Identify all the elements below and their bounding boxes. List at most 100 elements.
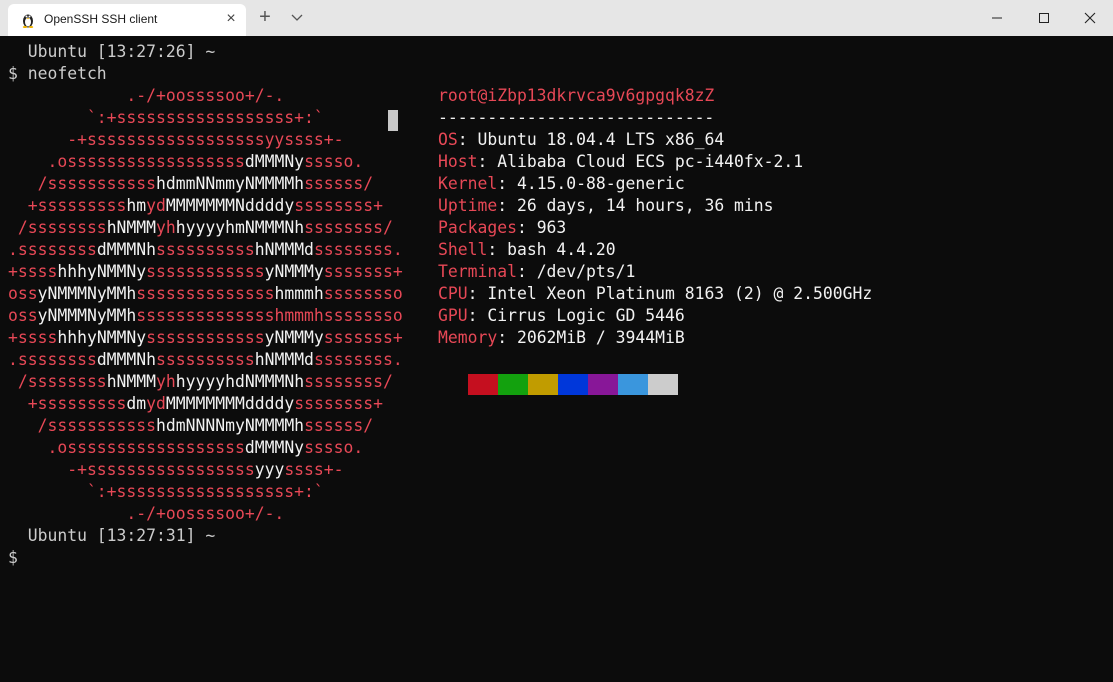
system-info-line: Packages: 963 <box>438 217 566 239</box>
ubuntu-logo-line-segment: yNMMMy <box>264 328 324 347</box>
system-info-line: CPU: Intel Xeon Platinum 8163 (2) @ 2.50… <box>438 283 872 305</box>
ubuntu-logo-line-segment: sssssssssssssshmmmh <box>136 306 324 325</box>
terminal-output[interactable]: Ubuntu [13:27:26] ~ $ neofetch Ubuntu [13… <box>0 36 1113 682</box>
ubuntu-logo-line-segment: yh <box>156 218 176 237</box>
system-info-line: OS: Ubuntu 18.04.4 LTS x86_64 <box>438 129 724 151</box>
ubuntu-logo-line-segment: ssssssssss <box>156 240 255 259</box>
tab-close-icon[interactable]: × <box>222 10 240 28</box>
ubuntu-logo-line-segment: .ssssssss <box>8 350 97 369</box>
ubuntu-logo-line: .ssssssssdMMMNhsssssssssshNMMMdssssssss. <box>8 239 403 261</box>
ubuntu-logo-line: .ossssssssssssssssssdMMMNysssso. <box>8 437 363 459</box>
system-info-line-segment: Kernel <box>438 174 498 193</box>
ubuntu-logo-line: /sssssssshNMMMyhhyyyyhmNMMMNhssssssss/ <box>8 217 393 239</box>
ubuntu-logo-line: ossyNMMMNyMMhsssssssssssssshmmmhssssssso <box>8 283 403 305</box>
ubuntu-logo-line-segment: yd <box>146 196 166 215</box>
ubuntu-logo-line-segment: .ossssssssssssssssss <box>8 152 245 171</box>
ubuntu-logo-line-segment: hyyyyhmNMMMNh <box>175 218 305 237</box>
ubuntu-logo-line: .-/+oossssoo+/-. <box>8 85 284 107</box>
ubuntu-logo-line-segment: ssssssssssss <box>146 328 265 347</box>
ubuntu-logo-line-segment: `:+ssssssssssssssssss+:` <box>8 108 324 127</box>
ubuntu-logo-line-segment: sssssss+ <box>323 262 403 281</box>
title-bar[interactable]: OpenSSH SSH client × + <box>0 0 1113 36</box>
system-info-line-segment: : 2062MiB / 3944MiB <box>497 328 685 347</box>
ubuntu-logo-line-segment: ssssssss+ <box>294 394 384 413</box>
close-icon <box>1084 12 1096 24</box>
ubuntu-logo-line-segment: MMMMMMMMddddy <box>165 394 295 413</box>
system-info-line-segment: Memory <box>438 328 498 347</box>
ubuntu-logo-line-segment: dMMMNy <box>244 152 305 171</box>
ubuntu-logo-line-segment: dMMMNh <box>96 350 157 369</box>
text-cursor <box>388 110 398 131</box>
ubuntu-logo-line-segment: +ssss <box>8 262 58 281</box>
ubuntu-logo-line-segment: yNMMMNyMMh <box>37 284 137 303</box>
system-info-line-segment: : bash 4.4.20 <box>487 240 616 259</box>
system-info-line-segment: : 4.15.0-88-generic <box>497 174 685 193</box>
minimize-button[interactable] <box>974 0 1020 36</box>
ubuntu-logo-line-segment: hdmmNNmmyNMMMMh <box>156 174 305 193</box>
ubuntu-logo-line-segment: /ssssssss <box>8 218 107 237</box>
ubuntu-logo-line-segment: hhhyNMMNy <box>57 262 147 281</box>
ubuntu-logo-line-segment: hNMMMd <box>254 350 314 369</box>
ubuntu-logo-line-segment: dMMMNh <box>96 240 157 259</box>
ubuntu-logo-line-segment: .-/+oossssoo+/-. <box>8 86 285 105</box>
ubuntu-logo-line-segment: ssssssssssss <box>146 262 265 281</box>
ubuntu-logo-line-segment: yh <box>156 372 176 391</box>
ubuntu-logo-line-segment: ssssssss. <box>313 350 403 369</box>
ubuntu-logo-line-segment: ssssssss/ <box>304 372 393 391</box>
chevron-down-icon[interactable] <box>288 8 306 26</box>
system-info-line: Memory: 2062MiB / 3944MiB <box>438 327 685 349</box>
ubuntu-logo-line-segment: dMMMNy <box>244 438 305 457</box>
ubuntu-logo-line-segment: ssssssso <box>323 306 403 325</box>
ubuntu-logo-line: /sssssssshNMMMyhhyyyyhdNMMMNhssssssss/ <box>8 371 393 393</box>
tab-openssh[interactable]: OpenSSH SSH client × <box>8 4 246 36</box>
ubuntu-logo-line-segment: .ssssssss <box>8 240 97 259</box>
maximize-button[interactable] <box>1021 0 1067 36</box>
system-info-line-segment: : 26 days, 14 hours, 36 mins <box>497 196 774 215</box>
system-info-line: Terminal: /dev/pts/1 <box>438 261 635 283</box>
ubuntu-logo-line-segment: sssso. <box>304 438 364 457</box>
ubuntu-logo-line: ossyNMMMNyMMhsssssssssssssshmmmhssssssso <box>8 305 403 327</box>
ubuntu-logo-line-segment: `:+ssssssssssssssssss+:` <box>8 482 324 501</box>
ubuntu-logo-line-segment: hNMMM <box>106 218 157 237</box>
new-tab-button[interactable]: + <box>256 7 274 27</box>
ubuntu-logo-line-segment: .-/+oossssoo+/-. <box>8 504 285 523</box>
system-info-line-segment: : /dev/pts/1 <box>516 262 636 281</box>
system-info-line-segment: : Intel Xeon Platinum 8163 (2) @ 2.500GH… <box>467 284 873 303</box>
terminal-line: $ <box>8 548 18 567</box>
ubuntu-logo-line-segment: sssssss+ <box>323 328 403 347</box>
system-info-line: Uptime: 26 days, 14 hours, 36 mins <box>438 195 774 217</box>
system-info-line-segment: GPU <box>438 306 468 325</box>
ubuntu-logo-line: +sssshhhyNMMNyssssssssssssyNMMMysssssss+ <box>8 261 403 283</box>
ubuntu-logo-line-segment: +sssssssss <box>8 196 127 215</box>
ubuntu-logo-line-segment: MMMMMMMNddddy <box>165 196 295 215</box>
color-swatch <box>498 374 528 395</box>
ubuntu-logo-line-segment: +sssssssss <box>8 394 127 413</box>
ubuntu-logo-line-segment: ssssssss/ <box>304 218 393 237</box>
system-info-line-segment: Packages <box>438 218 517 237</box>
ubuntu-logo-line-segment: hmmmh <box>274 284 324 303</box>
ubuntu-logo-line-segment: yd <box>146 394 166 413</box>
ubuntu-logo-line-segment: .ossssssssssssssssss <box>8 438 245 457</box>
system-info-line-segment: : Cirrus Logic GD 5446 <box>467 306 685 325</box>
ubuntu-logo-line-segment: /ssssssss <box>8 372 107 391</box>
ubuntu-logo-line: +sssssssssdmydMMMMMMMMddddyssssssss+ <box>8 393 383 415</box>
ubuntu-logo-line-segment: hdmNNNNmyNMMMMh <box>156 416 305 435</box>
close-button[interactable] <box>1067 0 1113 36</box>
system-info-line-segment: : 963 <box>516 218 567 237</box>
ubuntu-logo-line-segment: +ssss <box>8 328 58 347</box>
system-info-line-segment: root@iZbp13dkrvca9v6gpgqk8zZ <box>438 86 715 105</box>
maximize-icon <box>1039 13 1049 23</box>
ubuntu-logo-line: +sssshhhyNMMNyssssssssssssyNMMMysssssss+ <box>8 327 403 349</box>
ubuntu-logo-line-segment: oss <box>8 306 38 325</box>
ubuntu-logo-line-segment: oss <box>8 284 38 303</box>
system-info-line: root@iZbp13dkrvca9v6gpgqk8zZ <box>438 85 714 107</box>
tab-title: OpenSSH SSH client <box>44 12 158 26</box>
system-info-line-segment: ---------------------------- <box>438 108 715 127</box>
ubuntu-logo-line: .ssssssssdMMMNhsssssssssshNMMMdssssssss. <box>8 349 403 371</box>
ubuntu-logo-line-segment: yyy <box>254 460 285 479</box>
ubuntu-logo-line: `:+ssssssssssssssssss+:` <box>8 481 324 503</box>
system-info-line: Shell: bash 4.4.20 <box>438 239 616 261</box>
ubuntu-logo-line-segment: -+ssssssssssssssssssyyssss+- <box>8 130 344 149</box>
tux-penguin-icon <box>20 12 36 28</box>
ubuntu-logo-line-segment: -+sssssssssssssssss <box>8 460 255 479</box>
